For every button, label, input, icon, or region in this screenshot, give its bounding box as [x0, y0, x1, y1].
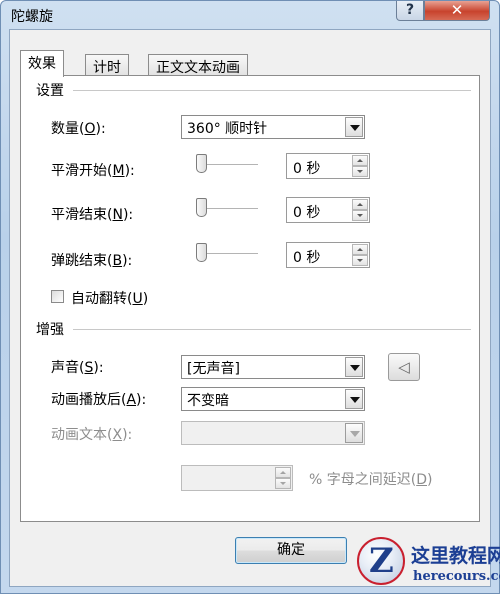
speaker-icon[interactable]: ◁	[388, 353, 420, 381]
spin-up-icon[interactable]	[352, 155, 368, 166]
tab-panel-effect: 设置 数量(O): 360° 顺时针 平滑开始(M): 0 秒 平滑结束(N):	[20, 75, 480, 522]
close-button[interactable]: ✕	[424, 1, 490, 21]
tab-strip: 效果 计时 正文文本动画	[20, 50, 480, 77]
watermark-name: 这里教程网	[411, 545, 500, 567]
dialog-client-area: 效果 计时 正文文本动画 设置 数量(O): 360° 顺时针 平滑开始(M):…	[9, 29, 491, 587]
spin-up-icon[interactable]	[352, 244, 368, 255]
slider-thumb[interactable]	[196, 198, 207, 217]
spin-down-icon[interactable]	[352, 166, 368, 177]
auto-reverse-checkbox[interactable]	[51, 290, 64, 303]
logo-letter: Z	[369, 541, 394, 581]
amount-dropdown[interactable]: 360° 顺时针	[181, 115, 365, 139]
after-animation-label: 动画播放后(A):	[51, 392, 147, 408]
sound-value: [无声音]	[187, 361, 240, 377]
settings-section-title: 设置	[36, 83, 64, 99]
bounce-end-label: 弹跳结束(B):	[51, 253, 133, 269]
after-animation-dropdown[interactable]: 不变暗	[181, 387, 365, 411]
settings-divider	[73, 90, 471, 91]
slider-thumb[interactable]	[196, 243, 207, 262]
tab-effect[interactable]: 效果	[20, 50, 64, 77]
smooth-start-label: 平滑开始(M):	[51, 163, 135, 179]
logo-disc: Z	[357, 537, 405, 585]
help-button[interactable]: ?	[396, 1, 424, 21]
chevron-down-icon[interactable]	[345, 389, 363, 409]
bounce-end-slider[interactable]	[196, 243, 258, 265]
after-animation-value: 不变暗	[187, 393, 229, 409]
spin-down-icon[interactable]	[352, 210, 368, 221]
bounce-end-spinner[interactable]: 0 秒	[286, 242, 370, 268]
title-bar[interactable]: 陀螺旋 ? ✕	[1, 1, 499, 29]
auto-reverse-label[interactable]: 自动翻转(U)	[71, 288, 148, 308]
sound-dropdown[interactable]: [无声音]	[181, 355, 365, 379]
watermark-logo: Z 这里教程网 herecours.com	[353, 523, 500, 595]
smooth-start-spinner[interactable]: 0 秒	[286, 153, 370, 179]
smooth-start-slider[interactable]	[196, 154, 258, 176]
spin-down-icon[interactable]	[352, 255, 368, 266]
spin-up-icon[interactable]	[275, 467, 291, 478]
chevron-down-icon[interactable]	[345, 357, 363, 377]
enhancements-section-title: 增强	[36, 322, 64, 338]
slider-thumb[interactable]	[196, 154, 207, 173]
watermark-site: herecours.com	[413, 569, 500, 584]
animate-text-dropdown[interactable]	[181, 421, 365, 445]
spin-up-icon[interactable]	[352, 199, 368, 210]
ok-button[interactable]: 确定	[235, 537, 347, 564]
chevron-down-icon[interactable]	[345, 423, 363, 443]
sound-label: 声音(S):	[51, 360, 104, 376]
enhancements-divider	[73, 329, 471, 330]
smooth-end-value: 0 秒	[293, 205, 321, 221]
letter-delay-spinner[interactable]	[181, 465, 293, 491]
amount-value: 360° 顺时针	[187, 121, 268, 137]
bounce-end-value: 0 秒	[293, 250, 321, 266]
smooth-end-label: 平滑结束(N):	[51, 207, 134, 223]
window-title: 陀螺旋	[11, 9, 53, 25]
smooth-start-value: 0 秒	[293, 161, 321, 177]
smooth-end-slider[interactable]	[196, 198, 258, 220]
dialog-window: 陀螺旋 ? ✕ 效果 计时 正文文本动画 设置 数量(O): 360° 顺时针 …	[0, 0, 500, 594]
letter-delay-label: % 字母之间延迟(D)	[309, 472, 433, 488]
amount-label: 数量(O):	[51, 121, 106, 137]
chevron-down-icon[interactable]	[345, 117, 363, 137]
tab-text-animation[interactable]: 正文文本动画	[148, 54, 248, 76]
animate-text-label: 动画文本(X):	[51, 427, 133, 443]
tab-timing[interactable]: 计时	[85, 54, 129, 76]
smooth-end-spinner[interactable]: 0 秒	[286, 197, 370, 223]
spin-down-icon[interactable]	[275, 478, 291, 489]
